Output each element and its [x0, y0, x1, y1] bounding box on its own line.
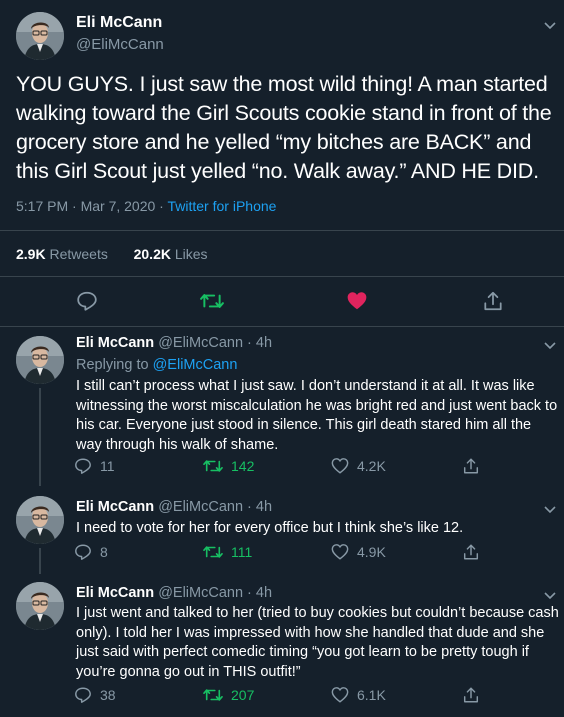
replying-to-handle[interactable]: @EliMcCann — [153, 357, 238, 373]
author-handle[interactable]: @EliMcCann · 4h — [158, 585, 272, 601]
retweets-label: Retweets — [49, 246, 108, 262]
reply-header: Eli McCann @EliMcCann · 4h — [76, 499, 272, 515]
retweet-icon — [203, 457, 223, 475]
retweet-button[interactable]: 111 — [203, 543, 252, 561]
tweet-stats: 2.9K Retweets 20.2K Likes — [16, 246, 208, 262]
author-handle[interactable]: @EliMcCann — [76, 36, 164, 53]
like-count: 4.2K — [357, 458, 386, 474]
reply-button[interactable]: 11 — [74, 457, 115, 475]
retweet-icon — [203, 543, 223, 561]
chevron-down-icon[interactable] — [543, 18, 557, 32]
avatar[interactable] — [16, 496, 64, 544]
retweet-icon — [203, 686, 223, 704]
tweet-timestamp[interactable]: 5:17 PM · Mar 7, 2020 · — [16, 198, 167, 214]
likes-label: Likes — [174, 246, 208, 262]
reply-icon — [74, 457, 92, 475]
divider — [0, 276, 564, 277]
like-button[interactable]: 6.1K — [331, 686, 386, 704]
reply-button[interactable] — [76, 290, 98, 312]
reply-count: 38 — [100, 687, 116, 703]
heart-icon — [331, 543, 349, 561]
reply-action-bar: 8 111 4.9K — [0, 543, 564, 563]
avatar[interactable] — [16, 12, 64, 60]
retweet-count: 142 — [231, 458, 255, 474]
chevron-down-icon[interactable] — [543, 502, 557, 516]
reply-tweet[interactable]: Eli McCann @EliMcCann · 4h Replying to @… — [0, 326, 564, 486]
share-button[interactable] — [462, 686, 480, 704]
retweets-count: 2.9K — [16, 246, 46, 262]
reply-button[interactable]: 38 — [74, 686, 116, 704]
reply-action-bar: 11 142 4.2K — [0, 457, 564, 477]
author-name[interactable]: Eli McCann — [76, 499, 154, 515]
reply-icon — [74, 543, 92, 561]
replying-to: Replying to @EliMcCann — [76, 357, 237, 373]
retweet-button[interactable] — [200, 290, 224, 312]
share-icon — [482, 290, 504, 312]
like-button[interactable]: 4.9K — [331, 543, 386, 561]
reply-button[interactable]: 8 — [74, 543, 108, 561]
share-button[interactable] — [462, 543, 480, 561]
heart-icon — [346, 290, 368, 312]
tweet-text: I need to vote for her for every office … — [76, 520, 464, 536]
like-count: 6.1K — [357, 687, 386, 703]
like-count: 4.9K — [357, 544, 386, 560]
reply-count: 11 — [100, 458, 115, 474]
chevron-down-icon[interactable] — [543, 338, 557, 352]
reply-count: 8 — [100, 544, 108, 560]
tweet-text: I still can’t process what I just saw. I… — [76, 378, 558, 453]
tweet-text: YOU GUYS. I just saw the most wild thing… — [16, 72, 552, 183]
main-action-bar — [0, 290, 564, 314]
avatar[interactable] — [16, 336, 64, 384]
heart-icon — [331, 457, 349, 475]
share-icon — [462, 457, 480, 475]
author-handle[interactable]: @EliMcCann · 4h — [158, 499, 272, 515]
author-name[interactable]: Eli McCann — [76, 335, 154, 351]
likes-count: 20.2K — [133, 246, 171, 262]
reply-tweet[interactable]: Eli McCann @EliMcCann · 4h I need to vot… — [0, 486, 564, 574]
share-icon — [462, 543, 480, 561]
author-name[interactable]: Eli McCann — [76, 14, 162, 32]
avatar[interactable] — [16, 582, 64, 630]
replying-to-label: Replying to — [76, 357, 153, 373]
reply-header: Eli McCann @EliMcCann · 4h — [76, 585, 272, 601]
reply-icon — [74, 686, 92, 704]
divider — [0, 230, 564, 231]
author-name[interactable]: Eli McCann — [76, 585, 154, 601]
tweet-source[interactable]: Twitter for iPhone — [167, 198, 276, 214]
like-button[interactable] — [346, 290, 368, 312]
reply-icon — [76, 290, 98, 312]
retweet-button[interactable]: 142 — [203, 457, 254, 475]
likes-stat[interactable]: 20.2K Likes — [134, 246, 208, 262]
retweets-stat[interactable]: 2.9K Retweets — [16, 246, 108, 262]
reply-action-bar: 38 207 6.1K — [0, 686, 564, 706]
heart-icon — [331, 686, 349, 704]
tweet-meta: 5:17 PM · Mar 7, 2020 · Twitter for iPho… — [16, 198, 276, 214]
like-button[interactable]: 4.2K — [331, 457, 386, 475]
share-button[interactable] — [482, 290, 504, 312]
reply-tweet[interactable]: Eli McCann @EliMcCann · 4h I just went a… — [0, 574, 564, 717]
retweet-count: 207 — [231, 687, 255, 703]
tweet-text: I just went and talked to her (tried to … — [76, 605, 559, 680]
author-handle[interactable]: @EliMcCann · 4h — [158, 335, 272, 351]
chevron-down-icon[interactable] — [543, 588, 557, 602]
retweet-count: 111 — [231, 544, 253, 560]
retweet-button[interactable]: 207 — [203, 686, 254, 704]
share-icon — [462, 686, 480, 704]
reply-header: Eli McCann @EliMcCann · 4h — [76, 335, 272, 351]
share-button[interactable] — [462, 457, 480, 475]
retweet-icon — [200, 290, 224, 312]
